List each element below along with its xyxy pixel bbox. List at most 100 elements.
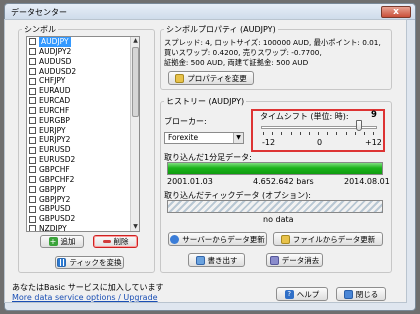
symbol-list-item[interactable]: GBPJPY xyxy=(27,185,139,195)
timeshift-min-label: -12 xyxy=(262,138,276,147)
eraser-icon xyxy=(269,255,279,265)
chevron-down-icon[interactable]: ▼ xyxy=(233,133,243,143)
delete-symbol-label: 削除 xyxy=(113,237,129,246)
symbol-checkbox[interactable] xyxy=(29,67,36,75)
broker-select[interactable]: Forexite ▼ xyxy=(164,132,244,144)
slider-tick xyxy=(363,132,365,135)
symbol-name: EURJPY2 xyxy=(39,135,71,145)
symbol-name: GBPJPY2 xyxy=(39,194,71,204)
slider-tick xyxy=(263,132,264,135)
symbol-name: GBPJPY xyxy=(39,184,66,194)
symbol-list-item[interactable]: EURUSD2 xyxy=(27,155,139,165)
symbol-name: AUDUSD2 xyxy=(39,66,77,76)
symbol-checkbox[interactable] xyxy=(29,146,36,154)
broker-value: Forexite xyxy=(168,133,199,142)
symbol-checkbox[interactable] xyxy=(29,117,36,125)
delete-symbol-button[interactable]: 削除 xyxy=(93,235,138,248)
symbol-checkbox[interactable] xyxy=(29,215,36,223)
minus-icon xyxy=(102,240,111,243)
symbol-list-item[interactable]: EURJPY xyxy=(27,126,139,136)
tick-data-bar xyxy=(167,200,383,213)
spec-line-3: 証拠金: 500 AUD, 両建て証拠金: 500 AUD xyxy=(164,58,309,67)
symbol-checkbox[interactable] xyxy=(29,48,36,56)
slider-tick xyxy=(272,132,274,135)
symbol-checkbox[interactable] xyxy=(29,166,36,174)
symbol-list-item[interactable]: NZDJPY xyxy=(27,224,139,231)
title-bar[interactable]: データセンター x xyxy=(5,4,415,20)
more-options-link[interactable]: More data service options / Upgrade xyxy=(12,293,158,302)
symbol-checkbox[interactable] xyxy=(29,97,36,105)
symbol-list-item[interactable]: GBPCHF xyxy=(27,165,139,175)
file-update-button[interactable]: ファイルからデータ更新 xyxy=(273,232,383,246)
symbol-checkbox[interactable] xyxy=(29,107,36,115)
symbol-list-item[interactable]: EURCAD xyxy=(27,96,139,106)
symbol-name: CHFJPY xyxy=(39,76,66,86)
symbol-list-item[interactable]: AUDUSD2 xyxy=(27,67,139,77)
server-update-label: サーバーからデータ更新 xyxy=(182,234,265,244)
slider-tick xyxy=(345,132,347,135)
symbol-checkbox[interactable] xyxy=(29,58,36,66)
symbol-list-item[interactable]: GBPUSD2 xyxy=(27,214,139,224)
symbol-list-item[interactable]: EURUSD xyxy=(27,145,139,155)
window-close-button[interactable]: x xyxy=(381,6,411,18)
symbol-checkbox[interactable] xyxy=(29,127,36,135)
change-properties-button[interactable]: プロパティを変更 xyxy=(168,71,254,85)
close-button[interactable]: 閉じる xyxy=(336,287,386,301)
symbol-checkbox[interactable] xyxy=(29,195,36,203)
export-button[interactable]: 書き出す xyxy=(188,253,245,267)
symbol-list-item[interactable]: AUDJPY xyxy=(27,37,139,47)
tick-data-status: no data xyxy=(263,215,294,224)
broker-label: ブローカー: xyxy=(164,117,207,126)
symbol-list-item[interactable]: EURJPY2 xyxy=(27,135,139,145)
symbol-checkbox[interactable] xyxy=(29,186,36,194)
export-label: 書き出す xyxy=(207,255,238,265)
symbol-group-label: シンボル xyxy=(22,24,58,35)
symbol-name: EURJPY xyxy=(39,125,66,135)
symbol-name: EURGBP xyxy=(39,115,70,125)
symbol-list-item[interactable]: GBPUSD xyxy=(27,204,139,214)
timeshift-mid-label: 0 xyxy=(317,138,323,147)
symbol-checkbox[interactable] xyxy=(29,87,36,95)
help-icon: ? xyxy=(284,289,294,299)
server-update-button[interactable]: サーバーからデータ更新 xyxy=(168,232,267,246)
symbol-checkbox[interactable] xyxy=(29,205,36,213)
symbol-checkbox[interactable] xyxy=(29,225,36,231)
symbol-list-item[interactable]: CHFJPY xyxy=(27,76,139,86)
scroll-thumb[interactable] xyxy=(132,47,139,117)
symbol-properties-label: シンボルプロパティ (AUDJPY) xyxy=(164,24,278,35)
symbol-name: GBPUSD xyxy=(39,204,71,214)
timeshift-value: 9 xyxy=(371,110,377,120)
add-symbol-button[interactable]: + 追加 xyxy=(40,235,84,248)
help-label: ヘルプ xyxy=(296,289,320,299)
symbol-list-item[interactable]: GBPCHF2 xyxy=(27,175,139,185)
symbol-name: EURUSD2 xyxy=(39,155,76,165)
symbol-list-item[interactable]: AUDUSD xyxy=(27,57,139,67)
scroll-down-icon[interactable]: ▼ xyxy=(132,223,139,231)
symbol-checkbox[interactable] xyxy=(29,176,36,184)
symbol-checkbox[interactable] xyxy=(29,77,36,85)
symbol-checkbox[interactable] xyxy=(29,38,36,46)
convert-ticks-button[interactable]: ティックを変換 xyxy=(55,256,124,269)
symbol-name: EURAUD xyxy=(39,86,71,96)
symbol-name: AUDJPY xyxy=(39,37,71,47)
timeshift-slider-thumb[interactable] xyxy=(356,120,363,131)
minute-data-fill xyxy=(168,163,382,174)
symbol-list-item[interactable]: GBPJPY2 xyxy=(27,195,139,205)
server-icon xyxy=(170,234,180,244)
minute-start-date: 2001.01.03 xyxy=(167,177,213,186)
help-button[interactable]: ? ヘルプ xyxy=(276,287,328,301)
symbol-list-item[interactable]: EURAUD xyxy=(27,86,139,96)
clear-data-button[interactable]: データ消去 xyxy=(266,253,323,267)
symbol-list[interactable]: AUDJPY AUDJPY2 AUDUSD AUDUSD2 CHFJPY EURAUD EU… xyxy=(26,36,140,232)
clear-data-label: データ消去 xyxy=(281,255,320,265)
symbol-checkbox[interactable] xyxy=(29,136,36,144)
scroll-up-icon[interactable]: ▲ xyxy=(132,37,139,45)
symbol-list-scrollbar[interactable]: ▲ ▼ xyxy=(130,37,139,231)
symbol-checkbox[interactable] xyxy=(29,156,36,164)
minute-bar-count: 4.652.642 bars xyxy=(253,177,314,186)
slider-tick xyxy=(354,132,356,135)
symbol-list-item[interactable]: EURGBP xyxy=(27,116,139,126)
slider-tick xyxy=(299,132,301,135)
symbol-list-item[interactable]: EURCHF xyxy=(27,106,139,116)
symbol-list-item[interactable]: AUDJPY2 xyxy=(27,47,139,57)
